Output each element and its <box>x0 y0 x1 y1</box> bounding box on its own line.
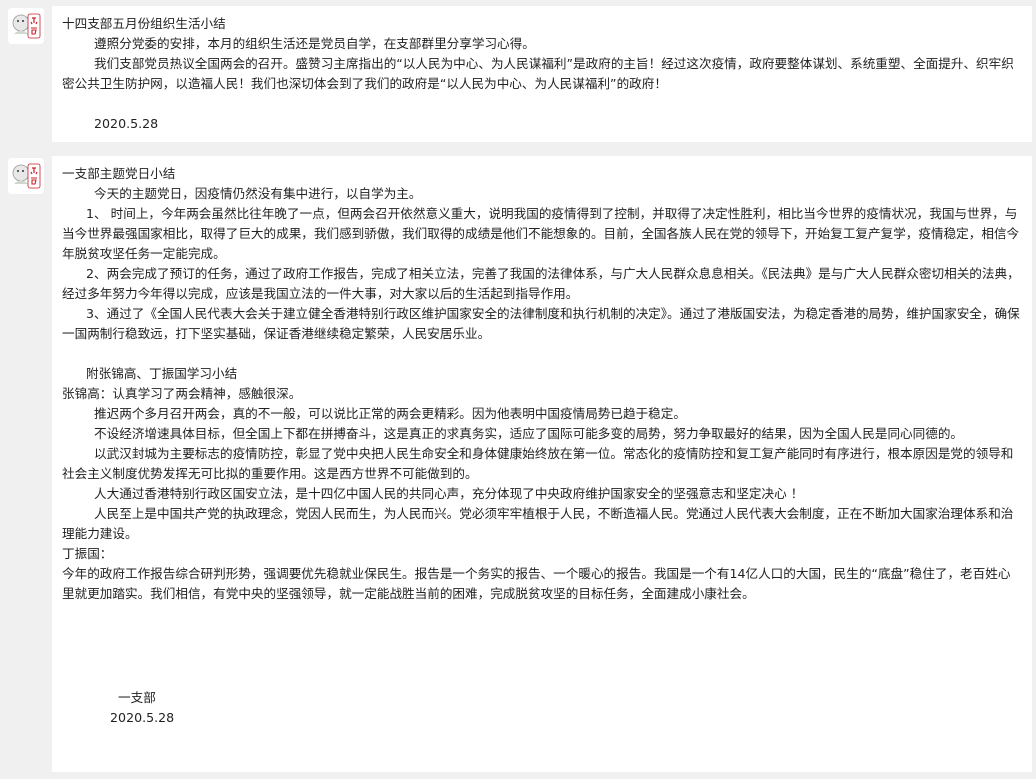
paragraph: 人民至上是中国共产党的执政理念，党因人民而生，为人民而兴。党必须牢牢植根于人民，… <box>62 506 1014 541</box>
paragraph: 张锦高：认真学习了两会精神，感触很深。 <box>62 386 302 401</box>
paragraph: 遵照分党委的安排，本月的组织生活还是党员自学，在支部群里分享学习心得。 <box>62 36 535 51</box>
message-post-2: 一支部主题党日小结 今天的主题党日，因疫情仍然没有集中进行，以自学为主。 1、 … <box>0 156 1036 772</box>
chat-feed: 十四支部五月份组织生活小结 遵照分党委的安排，本月的组织生活还是党员自学，在支部… <box>0 0 1036 779</box>
paragraph: 今天的主题党日，因疫情仍然没有集中进行，以自学为主。 <box>62 186 422 201</box>
section-heading: 附张锦高、丁振国学习小结 <box>62 366 238 381</box>
message-bubble: 十四支部五月份组织生活小结 遵照分党委的安排，本月的组织生活还是党员自学，在支部… <box>52 6 1032 142</box>
paragraph: 我们支部党员热议全国两会的召开。盛赞习主席指出的“以人民为中心、为人民谋福利”是… <box>62 56 1014 91</box>
logo-avatar-icon[interactable] <box>8 158 44 194</box>
paragraph: 推迟两个多月召开两会，真的不一般，可以说比正常的两会更精彩。因为他表明中国疫情局… <box>62 406 686 421</box>
paragraph: 今年的政府工作报告综合研判形势，强调要优先稳就业保民生。报告是一个务实的报告、一… <box>62 566 1011 601</box>
paragraph: 3、通过了《全国人民代表大会关于建立健全香港特别行政区维护国家安全的法律制度和执… <box>62 306 1020 341</box>
post-title: 一支部主题党日小结 <box>62 166 176 181</box>
paragraph: 不设经济增速具体目标，但全国上下都在拼搏奋斗，这是真正的求真务实，适应了国际可能… <box>62 426 963 441</box>
paragraph: 1、 时间上，今年两会虽然比往年晚了一点，但两会召开依然意义重大，说明我国的疫情… <box>62 206 1020 261</box>
paragraph: 丁振国： <box>62 546 113 561</box>
message-post-1: 十四支部五月份组织生活小结 遵照分党委的安排，本月的组织生活还是党员自学，在支部… <box>0 6 1036 142</box>
paragraph: 2、两会完成了预订的任务，通过了政府工作报告，完成了相关立法，完善了我国的法律体… <box>62 266 1020 301</box>
paragraph: 以武汉封城为主要标志的疫情防控，彰显了党中央把人民生命安全和身体健康始终放在第一… <box>62 446 1014 481</box>
logo-avatar-icon[interactable] <box>8 8 44 44</box>
message-bubble: 一支部主题党日小结 今天的主题党日，因疫情仍然没有集中进行，以自学为主。 1、 … <box>52 156 1032 772</box>
post-date: 2020.5.28 <box>62 116 159 131</box>
paragraph: 人大通过香港特别行政区国安立法，是十四亿中国人民的共同心声，充分体现了中央政府维… <box>62 486 804 501</box>
post-title: 十四支部五月份组织生活小结 <box>62 16 226 31</box>
signature: 一支部 <box>62 690 156 705</box>
post-date: 2020.5.28 <box>62 710 175 725</box>
